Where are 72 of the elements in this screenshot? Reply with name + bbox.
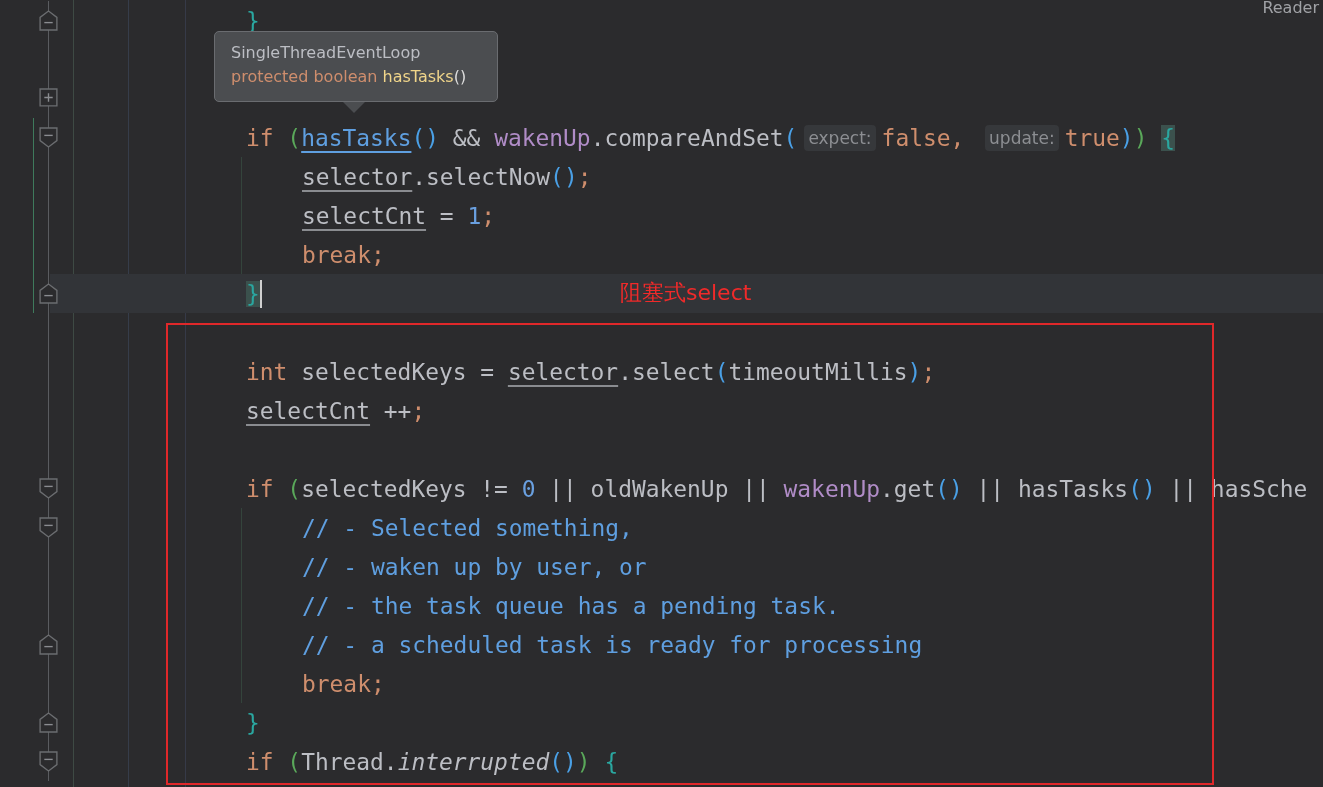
parenthesis: ( bbox=[287, 124, 302, 151]
keyword: ; bbox=[481, 202, 495, 229]
number-literal: 0 bbox=[521, 475, 536, 502]
parenthesis: () bbox=[1128, 475, 1156, 502]
code-text: .select bbox=[618, 358, 715, 385]
code-text: = bbox=[438, 202, 455, 229]
code-text: .compareAndSet bbox=[590, 124, 784, 151]
field-name: wakenUp bbox=[783, 475, 881, 502]
keyword: false, bbox=[881, 124, 966, 151]
parenthesis: ( bbox=[287, 748, 302, 775]
parameter-hint: update: bbox=[985, 124, 1059, 151]
code-text: .get bbox=[880, 475, 936, 502]
field-name: wakenUp bbox=[494, 124, 591, 151]
parenthesis: () bbox=[935, 475, 963, 502]
fold-marker-icon[interactable] bbox=[39, 634, 58, 655]
parenthesis: ( bbox=[714, 358, 729, 385]
parenthesis: ) bbox=[1133, 124, 1149, 151]
code-text: selectedKeys = bbox=[301, 358, 496, 385]
matched-brace: { bbox=[1161, 124, 1176, 151]
parenthesis: ) bbox=[1119, 124, 1134, 151]
code-text: Thread. bbox=[301, 748, 398, 775]
class-name: SingleThreadEventLoop bbox=[231, 42, 422, 64]
code-comment: // - a scheduled task is ready for processing bbox=[302, 631, 923, 658]
field-name: selector bbox=[507, 358, 619, 385]
code-text: ++ bbox=[382, 397, 412, 424]
code-text: || oldWakenUp || bbox=[548, 475, 771, 502]
parenthesis: ) bbox=[576, 748, 592, 775]
fold-marker-icon[interactable] bbox=[39, 283, 58, 304]
reader-mode-label[interactable]: Reader bbox=[1262, 0, 1319, 17]
field-name: selector bbox=[302, 163, 413, 190]
keyword: true bbox=[1064, 124, 1120, 151]
parenthesis: ) bbox=[907, 358, 922, 385]
keyword: ; bbox=[921, 358, 936, 385]
field-name: selectCnt bbox=[246, 397, 371, 424]
matched-brace: } bbox=[246, 280, 260, 307]
code-text: .selectNow bbox=[412, 163, 551, 190]
code-text: timeoutMillis bbox=[728, 358, 908, 385]
code-comment: // - Selected something, bbox=[302, 514, 633, 541]
parenthesis: ( bbox=[783, 124, 798, 151]
annotation-label: 阻塞式select bbox=[620, 279, 752, 307]
method-signature: protected boolean hasTasks() bbox=[231, 66, 468, 88]
code-text: || hasTasks bbox=[975, 475, 1129, 502]
keyword: ; bbox=[577, 163, 592, 190]
code-text: || hasSche bbox=[1168, 475, 1308, 502]
code-text: selectedKeys != bbox=[301, 475, 509, 502]
parenthesis: () bbox=[411, 124, 439, 151]
fold-marker-icon[interactable] bbox=[39, 478, 58, 499]
fold-marker-icon[interactable] bbox=[39, 127, 58, 148]
brace: } bbox=[246, 709, 260, 736]
fold-marker-icon[interactable] bbox=[39, 751, 58, 772]
fold-marker-icon[interactable] bbox=[39, 517, 58, 538]
keyword: if bbox=[246, 475, 275, 502]
fold-marker-icon[interactable] bbox=[39, 88, 58, 109]
brace: { bbox=[604, 748, 619, 775]
keyword: ; bbox=[411, 397, 426, 424]
code-text: && bbox=[451, 124, 482, 151]
keyword: break; bbox=[302, 241, 385, 268]
fold-marker-icon[interactable] bbox=[39, 10, 58, 31]
parenthesis: ( bbox=[287, 475, 302, 502]
keyword: if bbox=[246, 748, 275, 775]
fold-marker-icon[interactable] bbox=[39, 712, 58, 733]
parameter-hint: expect: bbox=[804, 124, 876, 151]
code-comment: // - waken up by user, or bbox=[302, 553, 647, 580]
field-name: selectCnt bbox=[302, 202, 427, 229]
method-name: interrupted bbox=[397, 748, 550, 775]
keyword: if bbox=[246, 124, 275, 151]
keyword: break; bbox=[302, 670, 385, 697]
parenthesis: () bbox=[549, 748, 577, 775]
number-literal: 1 bbox=[467, 202, 482, 229]
keyword: int bbox=[246, 358, 289, 385]
code-comment: // - the task queue has a pending task. bbox=[302, 592, 840, 619]
parenthesis: () bbox=[550, 163, 578, 190]
